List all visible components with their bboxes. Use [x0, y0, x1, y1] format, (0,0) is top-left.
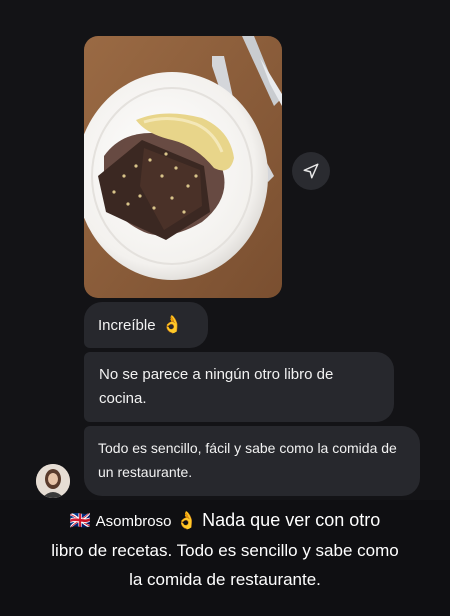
send-icon — [303, 163, 319, 179]
ok-hand-icon: 👌 — [161, 315, 183, 334]
message-bubble[interactable]: No se parece a ningún otro libro de coci… — [84, 352, 394, 422]
food-photo[interactable] — [84, 36, 282, 298]
food-photo-image — [84, 36, 282, 298]
caption-line-1: 🇬🇧 Asombroso 👌 Nada que ver con otro — [0, 506, 450, 536]
message-bubble[interactable]: Increíble 👌 — [84, 302, 208, 348]
avatar[interactable] — [36, 464, 70, 498]
message-text: Increíble — [98, 317, 156, 334]
avatar-image — [36, 464, 70, 498]
uk-flag-icon: 🇬🇧 — [69, 511, 91, 530]
caption-line-3: la comida de restaurante. — [129, 570, 321, 589]
message-text: No se parece a ningún otro libro de coci… — [99, 366, 334, 407]
share-button[interactable] — [292, 152, 330, 190]
caption-text: Nada que ver con otro — [202, 510, 381, 530]
caption: 🇬🇧 Asombroso 👌 Nada que ver con otro lib… — [0, 506, 450, 594]
caption-lead: Asombroso — [95, 513, 172, 530]
message-text: Todo es sencillo, fácil y sabe como la c… — [98, 440, 397, 480]
ok-hand-icon: 👌 — [176, 511, 198, 530]
caption-line-2: libro de recetas. Todo es sencillo y sab… — [51, 541, 399, 560]
message-bubble[interactable]: Todo es sencillo, fácil y sabe como la c… — [84, 426, 420, 496]
chat-panel: Increíble 👌 No se parece a ningún otro li… — [0, 0, 450, 500]
